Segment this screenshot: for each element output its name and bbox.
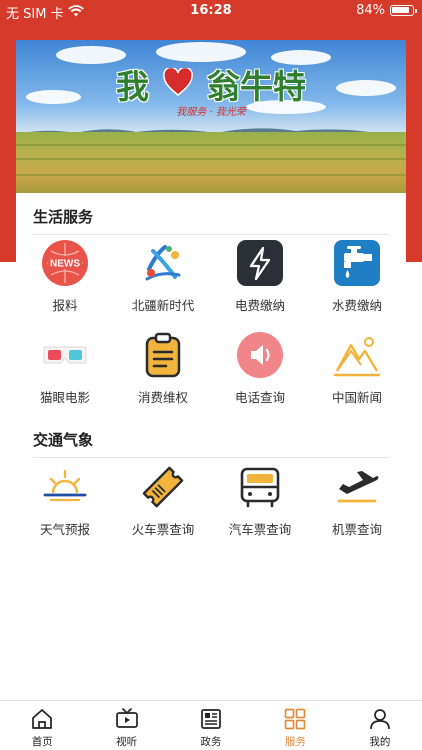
section-title-life: 生活服务 (33, 208, 94, 226)
service-item-label: 天气预报 (39, 522, 90, 537)
banner-image[interactable]: 我 翁牛特 我服务 · 我光荣 (16, 40, 406, 193)
service-item-bus-ticket[interactable]: 汽车票查询 (211, 463, 309, 538)
service-item-phone-query[interactable]: 电话查询 (211, 331, 309, 406)
service-item-label: 机票查询 (331, 522, 382, 537)
bottom-tabbar: 首页 视听 政务 服务 我的 (0, 700, 422, 750)
service-item-label: 汽车票查询 (228, 522, 292, 537)
tab-label: 首页 (31, 736, 53, 748)
field-row (16, 174, 406, 176)
beijiang-logo-icon (139, 239, 187, 287)
cloud (156, 42, 246, 62)
clipboard-icon (139, 331, 187, 379)
mountain-frame-icon (333, 331, 381, 379)
service-item-train-ticket[interactable]: 火车票查询 (114, 463, 212, 538)
tab-government[interactable]: 政务 (169, 701, 253, 750)
banner-title-right: 翁牛特 (207, 67, 306, 106)
section-divider (33, 457, 389, 458)
status-right: 84% (356, 3, 417, 18)
screen: 无 SIM 卡 16:28 84% 我 翁牛特 我服务 · 我光荣 生活服务 N… (0, 0, 422, 750)
newspaper-icon (198, 706, 224, 732)
service-item-air-ticket[interactable]: 机票查询 (308, 463, 406, 538)
tab-media[interactable]: 视听 (84, 701, 168, 750)
service-item-label: 火车票查询 (131, 522, 195, 537)
plane-icon (333, 463, 381, 511)
banner-title-left: 我 (116, 67, 149, 106)
water-tap-icon (333, 239, 381, 287)
tab-home[interactable]: 首页 (0, 701, 84, 750)
service-item-label: 中国新闻 (331, 390, 382, 405)
banner-title: 我 翁牛特 (16, 60, 406, 108)
service-item-label: 北疆新时代 (131, 298, 195, 313)
service-item-consumer-rights[interactable]: 消费维权 (114, 331, 212, 406)
home-icon (29, 706, 55, 732)
service-item-electricity[interactable]: 电费缴纳 (211, 239, 309, 314)
service-item-maoyan[interactable]: 猫眼电影 (16, 331, 114, 406)
section-divider (33, 234, 389, 235)
service-item-label: 猫眼电影 (39, 390, 90, 405)
tab-label: 我的 (369, 736, 391, 748)
sunrise-icon (41, 463, 89, 511)
tab-label: 视听 (116, 736, 138, 748)
speaker-icon (236, 331, 284, 379)
tab-services[interactable]: 服务 (253, 701, 337, 750)
news-icon: NEWS (41, 239, 89, 287)
banner-field (16, 132, 406, 193)
battery-icon (390, 5, 417, 16)
service-item-label: 消费维权 (137, 390, 188, 405)
person-icon (367, 706, 393, 732)
service-item-label: 电话查询 (234, 390, 285, 405)
lightning-icon (236, 239, 284, 287)
service-card: 我 翁牛特 我服务 · 我光荣 生活服务 NEWS 报料 北疆新时代 电费缴纳 … (16, 40, 406, 700)
tv-play-icon (114, 706, 140, 732)
heart-icon (163, 65, 193, 104)
svg-text:NEWS: NEWS (50, 259, 80, 270)
service-item-weather[interactable]: 天气预报 (16, 463, 114, 538)
service-item-beijiang[interactable]: 北疆新时代 (114, 239, 212, 314)
banner-subtitle: 我服务 · 我光荣 (176, 107, 246, 118)
tab-label: 服务 (284, 736, 306, 748)
service-item-water[interactable]: 水费缴纳 (308, 239, 406, 314)
tab-profile[interactable]: 我的 (338, 701, 422, 750)
field-row (16, 144, 406, 146)
section-title-transport: 交通气象 (33, 431, 94, 449)
service-item-label: 水费缴纳 (331, 298, 382, 313)
service-item-label: 电费缴纳 (234, 298, 285, 313)
ticket-icon (139, 463, 187, 511)
field-row (16, 158, 406, 160)
bus-icon (236, 463, 284, 511)
status-bar: 无 SIM 卡 16:28 84% (0, 0, 422, 24)
service-item-china-news[interactable]: 中国新闻 (308, 331, 406, 406)
3d-glasses-icon (41, 331, 89, 379)
service-item-label: 报料 (52, 298, 78, 313)
tab-label: 政务 (200, 736, 222, 748)
service-item-report[interactable]: NEWS 报料 (16, 239, 114, 314)
grid-icon (282, 706, 308, 732)
battery-percent: 84% (356, 3, 385, 18)
